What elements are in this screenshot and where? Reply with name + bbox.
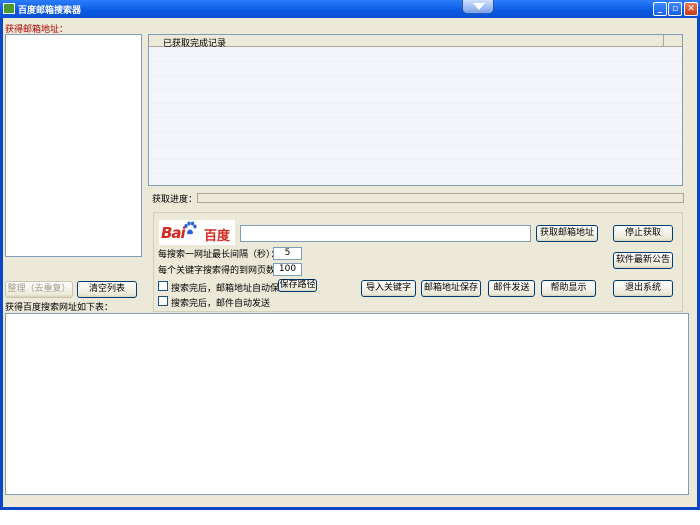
window-title: 百度邮箱搜索器 [18, 6, 82, 16]
grid-line [149, 131, 682, 132]
pages-label: 每个关键字搜索得的到网页数量 [158, 266, 285, 276]
notice-button[interactable]: 软件最新公告 [613, 252, 673, 269]
email-list[interactable] [5, 34, 142, 257]
keyword-input[interactable] [240, 225, 531, 242]
grid-header: 已获取完成记录 [149, 35, 682, 49]
autosave-checkbox[interactable] [158, 281, 168, 291]
autosend-label: 搜索完后，邮件自动发送 [171, 299, 271, 309]
completed-log-grid[interactable]: 已获取完成记录 [148, 34, 683, 186]
url-list[interactable] [5, 313, 689, 495]
grid-line [149, 159, 682, 160]
progress-bar [197, 193, 684, 203]
clear-list-button[interactable]: 清空列表 [77, 281, 137, 298]
autosave-label: 搜索完后，邮箱地址自动保存 [171, 284, 289, 294]
app-icon [3, 3, 15, 14]
grid-line [149, 75, 682, 76]
restore-icon[interactable]: ▫ [668, 2, 682, 16]
grid-line [149, 145, 682, 146]
minimize-icon[interactable]: _ [653, 2, 667, 16]
dedupe-button[interactable]: 整理（去重复） [5, 281, 73, 298]
close-icon[interactable]: ✕ [684, 2, 698, 16]
interval-input[interactable]: 5 [273, 247, 302, 260]
pages-input[interactable]: 100 [273, 263, 302, 276]
progress-label: 获取进度： [152, 195, 198, 205]
help-button[interactable]: 帮助显示 [541, 280, 596, 297]
grid-line [149, 117, 682, 118]
import-keywords-button[interactable]: 导入关键字 [361, 280, 416, 297]
grid-line [149, 89, 682, 90]
save-emails-button[interactable]: 邮箱地址保存 [421, 280, 481, 297]
log-column-header: 已获取完成记录 [163, 39, 227, 49]
title-bar[interactable]: 百度邮箱搜索器 _ ▫ ✕ [0, 0, 700, 18]
send-mail-button[interactable]: 邮件发送 [488, 280, 535, 297]
baidu-logo: Bai 百度 [159, 220, 235, 245]
dropdown-arrow-icon[interactable] [462, 0, 494, 14]
grid-line [149, 173, 682, 174]
get-emails-button[interactable]: 获取邮箱地址 [536, 225, 598, 242]
grid-line [149, 61, 682, 62]
interval-label: 每搜索一网址最长间隔（秒）： [158, 250, 280, 260]
urls-label: 获得百度搜索网址如下表： [5, 303, 114, 313]
paw-icon [184, 221, 197, 235]
save-path-button[interactable]: 保存路径 [278, 279, 317, 292]
exit-button[interactable]: 退出系统 [613, 280, 673, 297]
stop-button[interactable]: 停止获取 [613, 225, 673, 242]
grid-line [149, 103, 682, 104]
autosend-checkbox[interactable] [158, 296, 168, 306]
